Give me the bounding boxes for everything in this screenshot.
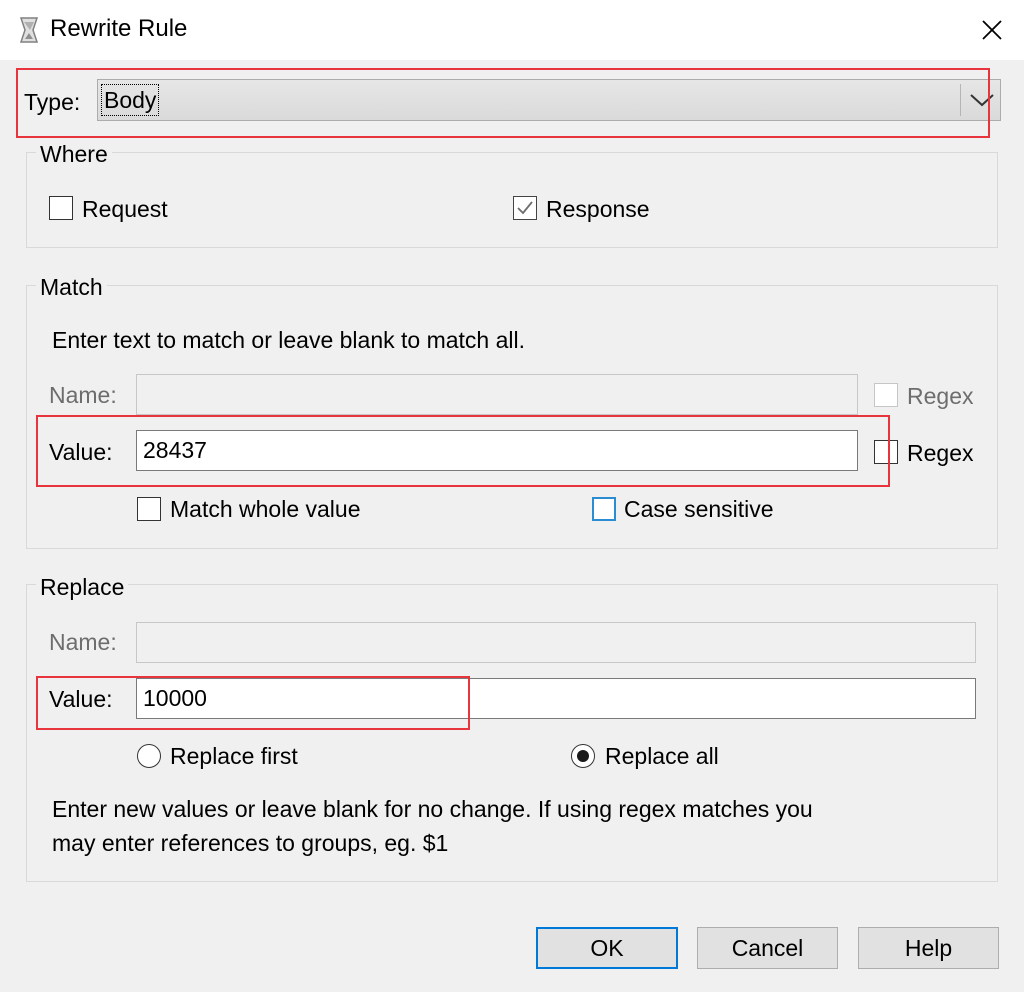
replace-all-label: Replace all — [605, 743, 719, 769]
help-button[interactable]: Help — [858, 927, 999, 969]
match-whole-value-checkbox[interactable] — [137, 497, 161, 521]
cancel-button[interactable]: Cancel — [697, 927, 838, 969]
replace-value-label: Value: — [49, 686, 113, 712]
replace-hint-line2: may enter references to groups, eg. $1 — [52, 830, 449, 856]
replace-hint-line1: Enter new values or leave blank for no c… — [52, 796, 813, 822]
type-label: Type: — [24, 89, 81, 115]
radio-selected-dot — [577, 750, 589, 762]
close-icon — [982, 20, 1002, 40]
replace-name-label: Name: — [49, 629, 117, 655]
match-value-regex-label: Regex — [907, 440, 974, 466]
match-legend: Match — [36, 273, 107, 301]
case-sensitive-label: Case sensitive — [624, 496, 774, 522]
type-select[interactable]: Body — [97, 79, 1001, 121]
replace-first-label: Replace first — [170, 743, 298, 769]
replace-first-radio[interactable] — [137, 744, 161, 768]
check-icon — [517, 201, 533, 215]
chevron-down-icon — [970, 94, 994, 107]
where-group — [26, 152, 998, 248]
match-name-regex-label: Regex — [907, 383, 974, 409]
replace-all-radio[interactable] — [571, 744, 595, 768]
response-checkbox[interactable] — [513, 196, 537, 220]
match-name-regex-checkbox[interactable] — [874, 383, 898, 407]
response-label: Response — [546, 196, 650, 222]
replace-name-field[interactable] — [136, 622, 976, 663]
where-legend: Where — [36, 140, 112, 168]
replace-legend: Replace — [36, 573, 129, 601]
request-checkbox[interactable] — [49, 196, 73, 220]
match-whole-value-label: Match whole value — [170, 496, 361, 522]
case-sensitive-checkbox[interactable] — [592, 497, 616, 521]
replace-value-field[interactable]: 10000 — [136, 678, 976, 719]
window-title: Rewrite Rule — [50, 15, 188, 42]
close-button[interactable] — [972, 10, 1012, 50]
match-value-field[interactable]: 28437 — [136, 430, 858, 471]
ok-button[interactable]: OK — [536, 927, 678, 969]
request-label: Request — [82, 196, 168, 222]
match-value-label: Value: — [49, 439, 113, 465]
app-icon — [19, 17, 39, 43]
title-bar: Rewrite Rule — [0, 0, 1024, 60]
match-name-field[interactable] — [136, 374, 858, 415]
match-value-regex-checkbox[interactable] — [874, 440, 898, 464]
match-hint: Enter text to match or leave blank to ma… — [52, 327, 526, 353]
match-name-label: Name: — [49, 382, 117, 408]
type-selected-value: Body — [100, 84, 160, 116]
type-select-divider — [960, 84, 961, 116]
